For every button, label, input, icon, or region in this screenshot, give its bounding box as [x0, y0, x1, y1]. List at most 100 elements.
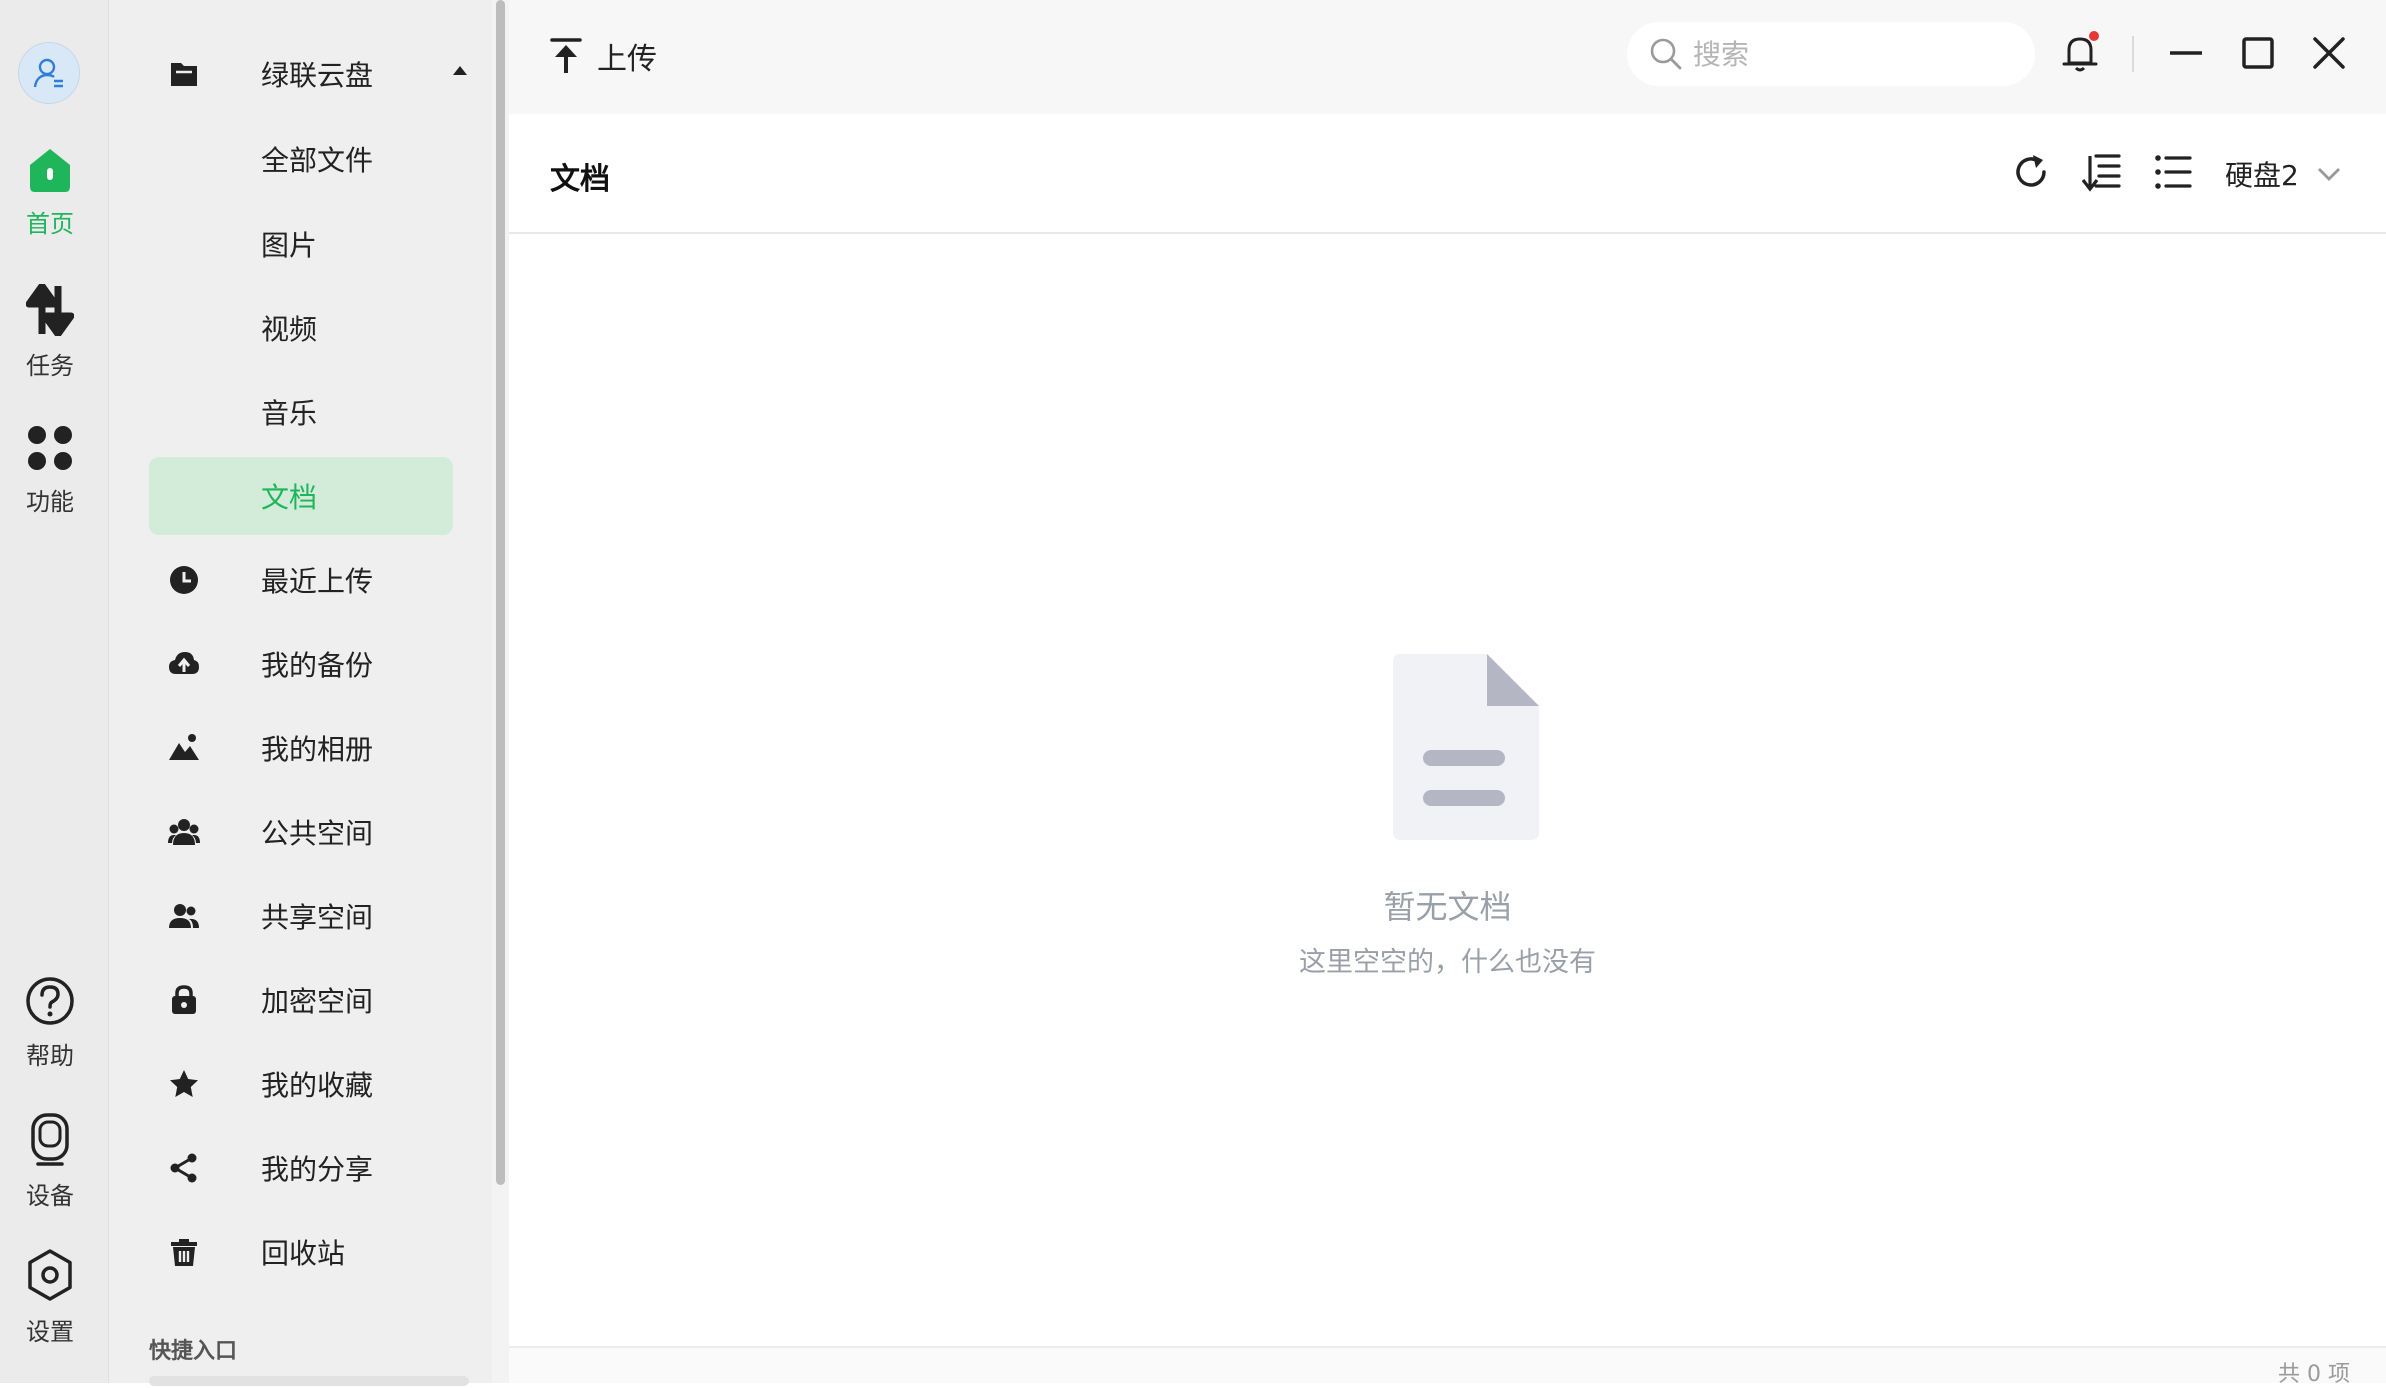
maximize-button[interactable]: [2235, 30, 2281, 76]
top-bar: 上传: [509, 0, 2386, 114]
sidebar-item-images[interactable]: 图片: [149, 205, 453, 283]
apps-icon: [28, 426, 72, 470]
collapse-caret-icon[interactable]: [453, 66, 467, 75]
sidebar-item-label: 音乐: [261, 397, 318, 430]
quick-access-heading: 快捷入口: [149, 1339, 238, 1364]
sidebar-item-label: 我的相册: [261, 733, 374, 766]
rail-settings-label: 设置: [26, 1318, 74, 1346]
sidebar-item-my-shares[interactable]: 我的分享: [149, 1129, 453, 1207]
sidebar-item-label: 我的收藏: [261, 1069, 374, 1102]
sidebar-item-label: 全部文件: [261, 144, 374, 177]
sidebar-item-label: 最近上传: [261, 565, 374, 598]
sort-icon: [2082, 154, 2121, 192]
empty-document-icon: [1393, 654, 1539, 840]
sidebar-item-all-files[interactable]: 全部文件: [149, 120, 453, 198]
close-icon: [2313, 37, 2345, 69]
quick-access-item[interactable]: [149, 1376, 469, 1386]
rail-settings[interactable]: 设置: [0, 1248, 100, 1347]
home-icon: [30, 149, 70, 192]
refresh-button[interactable]: [2009, 150, 2053, 194]
sidebar-item-music[interactable]: 音乐: [149, 373, 453, 451]
rail-home[interactable]: 首页: [0, 146, 100, 239]
sidebar-item-label: 公共空间: [261, 817, 374, 850]
rail-functions[interactable]: 功能: [0, 424, 100, 517]
disk-select-value: 硬盘2: [2225, 159, 2299, 192]
empty-state-title: 暂无文档: [1383, 888, 1512, 926]
sidebar-item-label: 我的备份: [261, 649, 374, 682]
users-icon: [169, 904, 199, 928]
view-mode-button[interactable]: [2151, 150, 2195, 194]
device-icon: [31, 1113, 69, 1166]
rail-device-label: 设备: [26, 1182, 74, 1210]
rail-help[interactable]: 帮助: [0, 976, 100, 1071]
settings-icon: [28, 1249, 72, 1301]
trash-icon: [171, 1239, 197, 1266]
chevron-down-icon: [2317, 168, 2340, 181]
notification-dot: [2089, 31, 2099, 41]
rail-device[interactable]: 设备: [0, 1112, 100, 1211]
sidebar-root-ugreen-cloud[interactable]: 绿联云盘: [149, 35, 467, 113]
maximize-icon: [2242, 37, 2274, 69]
sidebar-item-encrypted-space[interactable]: 加密空间: [149, 961, 453, 1039]
search-input[interactable]: [1691, 36, 2015, 72]
rail-tasks[interactable]: 任务: [0, 282, 100, 381]
upload-icon: [550, 38, 582, 73]
file-list-area: 暂无文档 这里空空的，什么也没有: [509, 234, 2386, 1346]
mountain-icon: [169, 734, 199, 760]
search-box[interactable]: [1627, 22, 2035, 86]
refresh-icon: [2016, 155, 2046, 187]
sidebar-item-label: 视频: [261, 313, 318, 346]
cloud-upload-icon: [169, 652, 199, 674]
toolbar-divider: [2132, 36, 2134, 72]
upload-button[interactable]: 上传: [549, 32, 657, 80]
sidebar-item-recent-uploads[interactable]: 最近上传: [149, 541, 453, 619]
sidebar-scrollbar[interactable]: [492, 0, 509, 1383]
sort-button[interactable]: [2080, 150, 2124, 194]
clock-icon: [170, 566, 198, 594]
status-bar: 共 0 项: [509, 1346, 2386, 1387]
minimize-button[interactable]: [2163, 30, 2209, 76]
page-title: 文档: [550, 162, 610, 197]
sidebar-item-label: 回收站: [261, 1237, 346, 1270]
sidebar-item-shared-space[interactable]: 共享空间: [149, 877, 453, 955]
search-icon: [1650, 38, 1682, 70]
sidebar-scrollbar-thumb[interactable]: [496, 0, 505, 1185]
user-icon: [33, 58, 63, 88]
bell-icon: [2062, 31, 2099, 72]
sidebar-item-my-backup[interactable]: 我的备份: [149, 625, 453, 703]
sidebar-item-label: 共享空间: [261, 901, 374, 934]
nav-rail: 首页 任务 功能 帮助 设备 设置: [0, 0, 109, 1383]
transfer-icon: [25, 282, 75, 338]
sidebar-item-documents[interactable]: 文档: [149, 457, 453, 535]
sidebar-item-label: 我的分享: [261, 1153, 374, 1186]
close-button[interactable]: [2306, 30, 2352, 76]
user-avatar[interactable]: [18, 42, 80, 104]
folder-icon: [171, 63, 197, 86]
sidebar-item-label: 图片: [261, 229, 318, 262]
sidebar-item-label: 加密空间: [261, 985, 374, 1018]
empty-state-subtitle: 这里空空的，什么也没有: [1299, 947, 1596, 978]
sidebar-item-recycle-bin[interactable]: 回收站: [149, 1213, 453, 1291]
sidebar-item-label: 文档: [261, 481, 318, 514]
sidebar-item-my-album[interactable]: 我的相册: [149, 709, 453, 787]
share-icon: [170, 1153, 197, 1183]
rail-home-label: 首页: [26, 210, 74, 238]
disk-select[interactable]: 硬盘2: [2225, 154, 2343, 194]
sidebar-item-my-favorites[interactable]: 我的收藏: [149, 1045, 453, 1123]
sidebar-item-public-space[interactable]: 公共空间: [149, 793, 453, 871]
rail-tasks-label: 任务: [26, 352, 74, 380]
lock-icon: [172, 985, 196, 1014]
item-count: 共 0 项: [2278, 1362, 2350, 1387]
sidebar-root-label: 绿联云盘: [261, 59, 374, 92]
sidebar: 绿联云盘 全部文件 图片 视频 音乐 文档 最近上传 我的备份 我的相册 公共空…: [109, 0, 493, 1386]
rail-functions-label: 功能: [26, 488, 74, 516]
star-icon: [170, 1070, 198, 1097]
group-icon: [168, 819, 200, 845]
sidebar-item-videos[interactable]: 视频: [149, 289, 453, 367]
notification-button[interactable]: [2058, 30, 2104, 76]
folder-header: 文档 硬盘2: [509, 114, 2386, 234]
minimize-icon: [2170, 51, 2202, 55]
list-view-icon: [2155, 155, 2192, 189]
upload-label: 上传: [597, 42, 657, 77]
help-icon: [26, 977, 74, 1025]
